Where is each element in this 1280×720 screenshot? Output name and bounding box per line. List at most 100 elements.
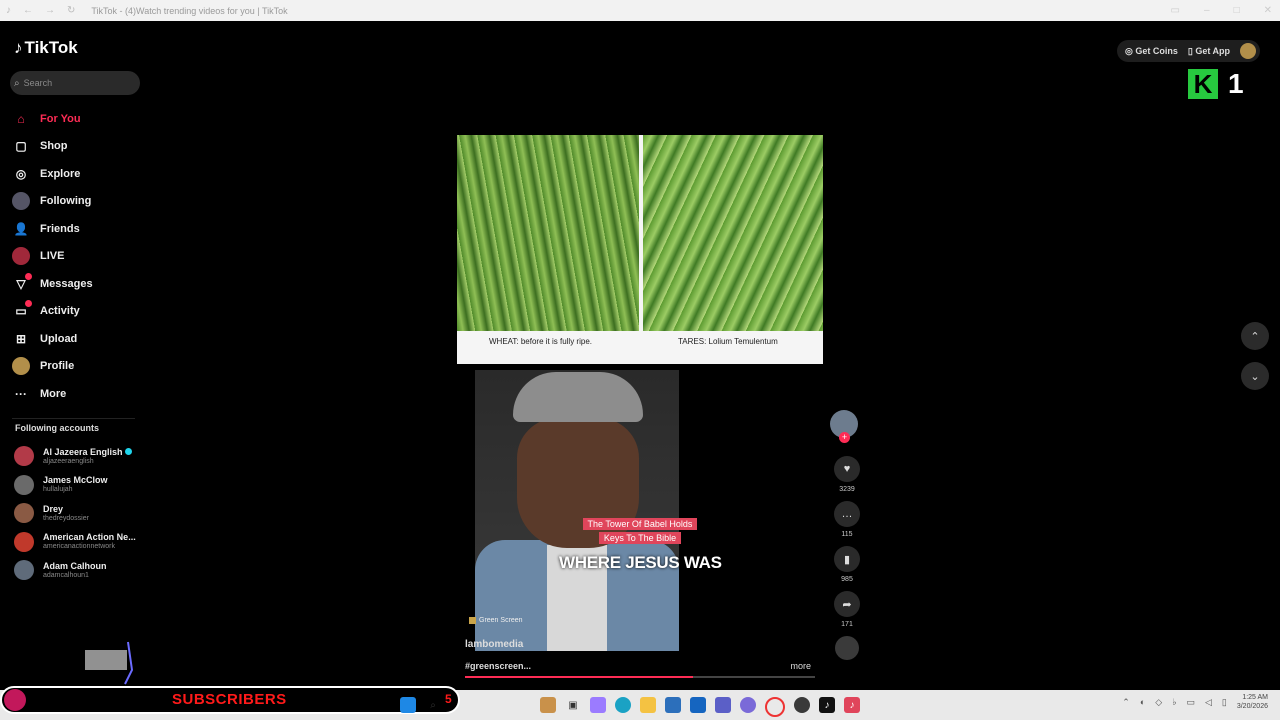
video-description[interactable]: #greenscreen...	[465, 661, 531, 671]
search-input[interactable]: ⌕ Search	[10, 71, 140, 95]
tray-chevron-icon[interactable]: ⌃	[1122, 697, 1130, 708]
share-icon[interactable]: ➦	[834, 591, 860, 617]
user-avatar[interactable]	[1240, 43, 1256, 59]
avatar	[14, 531, 34, 552]
task-view-icon[interactable]: ▣	[565, 697, 581, 713]
display-icon[interactable]: ▭	[1186, 697, 1195, 708]
nav-label: Activity	[40, 305, 80, 318]
effect-tag[interactable]: Green Screen	[469, 617, 523, 624]
nav-item-explore[interactable]: ◎ Explore	[12, 160, 93, 188]
nav-item-profile[interactable]: Profile	[12, 353, 93, 381]
following-account-item[interactable]: James McClow hullalujah	[14, 471, 136, 500]
following-accounts-list: Al Jazeera English aljazeeraenglish Jame…	[14, 442, 136, 585]
volume-icon[interactable]: ◁	[1205, 697, 1212, 708]
home-icon: ⌂	[17, 111, 25, 126]
discord-icon[interactable]	[740, 697, 756, 713]
video-caption: WHERE JESUS WAS	[559, 553, 722, 572]
edge-icon[interactable]	[615, 697, 631, 713]
get-coins-button[interactable]: ◎ Get Coins	[1125, 46, 1178, 57]
avatar	[14, 446, 34, 467]
widget-icon[interactable]	[540, 697, 556, 713]
nav-item-live[interactable]: LIVE	[12, 243, 93, 271]
store-icon[interactable]	[665, 697, 681, 713]
live-icon	[12, 247, 30, 266]
nav-item-upload[interactable]: ⊞ Upload	[12, 325, 93, 353]
kick-number: 1	[1228, 68, 1244, 99]
windows-start-icon[interactable]	[400, 697, 416, 713]
tray-app-icon[interactable]: ◐	[1140, 697, 1145, 707]
previous-video-button[interactable]: ⌃	[1241, 322, 1269, 350]
tiktok-studio-icon[interactable]: ♪	[844, 697, 860, 713]
nav-item-shop[interactable]: ▢ Shop	[12, 133, 93, 161]
video-player[interactable]: WHEAT: before it is fully ripe. TARES: L…	[457, 135, 823, 681]
reload-icon[interactable]: ↻	[67, 5, 75, 16]
back-arrow-icon[interactable]: ←	[23, 5, 33, 16]
nav-item-activity[interactable]: ▭ Activity	[12, 298, 93, 326]
following-avatar-icon	[12, 192, 30, 211]
tares-photo	[643, 135, 823, 331]
mic-icon[interactable]: ♭	[1172, 697, 1176, 708]
following-account-item[interactable]: American Action Ne... americanactionnetw…	[14, 528, 136, 557]
battery-icon[interactable]: ▯	[1222, 697, 1227, 708]
save-action[interactable]: ▮ 985	[830, 546, 864, 585]
clock-date: 3/20/2026	[1236, 703, 1268, 710]
video-progress-bar[interactable]	[465, 676, 815, 678]
forward-arrow-icon[interactable]: →	[45, 5, 55, 16]
verified-badge-icon	[124, 447, 132, 455]
get-app-button[interactable]: ▯ Get App	[1188, 46, 1230, 57]
next-video-button[interactable]: ⌄	[1241, 362, 1269, 390]
get-coins-label: Get Coins	[1135, 45, 1178, 56]
kick-logo: K	[1188, 69, 1218, 99]
taskbar-search-icon[interactable]: ⌕	[425, 697, 441, 713]
heart-icon[interactable]: ♥	[834, 456, 860, 482]
account-name: Drey	[43, 503, 64, 514]
messages-icon: ▽	[12, 272, 32, 293]
profile-icon	[12, 357, 30, 376]
creator-avatar[interactable]: +	[830, 410, 858, 443]
avatar	[14, 503, 34, 524]
nav-item-more[interactable]: ··· More	[12, 380, 93, 408]
comment-action[interactable]: … 115	[830, 501, 864, 540]
nav-label: Messages	[40, 277, 93, 290]
comment-icon[interactable]: …	[834, 501, 860, 527]
window-title: TikTok - (4)Watch trending videos for yo…	[91, 5, 288, 16]
following-account-item[interactable]: Adam Calhoun adamcalhoun1	[14, 556, 136, 585]
main-nav: ⌂ For You ▢ Shop ◎ Explore Following 👤 F…	[12, 105, 93, 408]
file-explorer-icon[interactable]	[640, 697, 656, 713]
upload-icon: ⊞	[15, 331, 27, 346]
bookmark-icon[interactable]: ▮	[834, 546, 860, 572]
search-placeholder: Search	[23, 78, 53, 88]
network-icon[interactable]: ◇	[1155, 697, 1162, 708]
more-button[interactable]: more	[790, 661, 811, 671]
maximize-icon[interactable]: □	[1234, 5, 1240, 16]
effect-icon	[469, 617, 476, 624]
nav-item-following[interactable]: Following	[12, 188, 93, 216]
subscriber-ball-icon	[4, 689, 26, 711]
copilot-icon[interactable]	[590, 697, 606, 713]
opera-icon[interactable]	[765, 697, 785, 717]
nav-label: Friends	[40, 222, 80, 235]
tares-caption: TARES: Lolium Temulentum	[678, 337, 778, 346]
minimize-icon[interactable]: –	[1204, 5, 1210, 16]
nav-item-messages[interactable]: ▽ Messages	[12, 270, 93, 298]
nav-item-friends[interactable]: 👤 Friends	[12, 215, 93, 243]
like-action[interactable]: ♥ 3239	[830, 456, 864, 495]
video-author[interactable]: lambomedia	[465, 639, 523, 650]
tiktok-logo[interactable]: ♪ TikTok	[14, 38, 78, 58]
follow-plus-icon[interactable]: +	[839, 432, 850, 443]
following-account-item[interactable]: Al Jazeera English aljazeeraenglish	[14, 442, 136, 471]
stream-overlay-graphic	[85, 641, 134, 685]
share-action[interactable]: ➦ 171	[830, 591, 864, 630]
account-handle: hullalujah	[43, 486, 73, 494]
music-disc-icon[interactable]	[835, 636, 859, 660]
teams-icon[interactable]	[715, 697, 731, 713]
nav-item-for-you[interactable]: ⌂ For You	[12, 105, 93, 133]
chrome-icon[interactable]	[794, 697, 810, 713]
tiktok-taskbar-icon[interactable]: ♪	[819, 697, 835, 713]
system-clock[interactable]: 1:25 AM 3/20/2026	[1237, 693, 1268, 711]
following-account-item[interactable]: Drey thedreydossier	[14, 499, 136, 528]
outlook-icon[interactable]	[690, 697, 706, 713]
sidebar-toggle-icon[interactable]: ▭	[1171, 5, 1180, 16]
close-icon[interactable]: ✕	[1264, 5, 1272, 16]
subscribers-overlay: SUBSCRIBERS 5	[0, 686, 460, 714]
